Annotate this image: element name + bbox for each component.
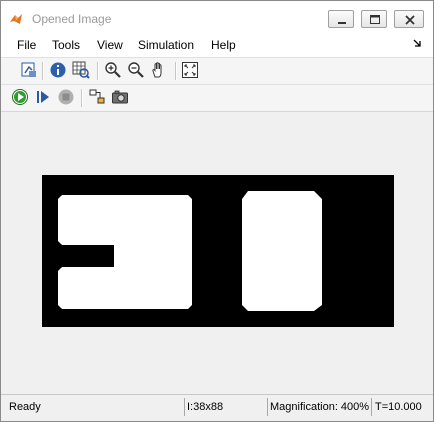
close-button[interactable] <box>394 10 424 28</box>
status-divider <box>371 398 372 416</box>
info-icon[interactable] <box>49 61 67 79</box>
menu-help[interactable]: Help <box>211 38 236 52</box>
close-icon <box>405 15 415 25</box>
minimize-icon <box>338 22 346 24</box>
menu-view[interactable]: View <box>97 38 123 52</box>
status-bar: Ready I:38x88 Magnification: 400% T=10.0… <box>1 394 433 421</box>
menu-bar: File Tools View Simulation Help <box>1 35 433 57</box>
opened-image-window: Opened Image File Tools View Simulation … <box>0 0 434 422</box>
simulation-toolbar <box>1 84 433 112</box>
stop-icon[interactable] <box>57 88 75 106</box>
status-divider <box>184 398 185 416</box>
status-ready: Ready <box>9 401 41 413</box>
maximize-button[interactable] <box>361 10 387 28</box>
maximize-icon <box>370 15 380 24</box>
status-image-info: I:38x88 <box>187 401 224 413</box>
menu-tools[interactable]: Tools <box>52 38 80 52</box>
pixel-region-icon[interactable] <box>72 61 90 79</box>
toolbar-separator <box>81 89 83 107</box>
menu-file[interactable]: File <box>17 38 36 52</box>
digit-one-blob <box>242 191 322 311</box>
menu-simulation[interactable]: Simulation <box>138 38 194 52</box>
run-icon[interactable] <box>11 88 29 106</box>
image-toolbar <box>1 57 433 84</box>
zoom-in-icon[interactable] <box>104 61 122 79</box>
open-in-figure-icon[interactable] <box>20 61 38 79</box>
status-time: T=10.000 <box>375 401 422 413</box>
toolbar-separator <box>175 62 177 80</box>
toolbar-separator <box>42 62 44 80</box>
status-divider <box>267 398 268 416</box>
highlight-block-icon[interactable] <box>88 88 106 106</box>
zoom-out-icon[interactable] <box>127 61 145 79</box>
fit-to-window-icon[interactable] <box>181 61 199 79</box>
snapshot-camera-icon[interactable] <box>111 88 129 106</box>
title-bar: Opened Image <box>1 1 433 35</box>
matlab-app-icon <box>10 14 22 24</box>
pan-hand-icon[interactable] <box>150 61 168 79</box>
step-forward-icon[interactable] <box>34 88 52 106</box>
image-canvas <box>1 112 433 392</box>
dock-arrow-icon[interactable] <box>412 38 422 48</box>
toolbar-separator <box>97 62 99 80</box>
minimize-button[interactable] <box>328 10 354 28</box>
binary-image <box>42 175 394 327</box>
status-magnification: Magnification: 400% <box>270 401 370 413</box>
window-title: Opened Image <box>32 12 112 26</box>
